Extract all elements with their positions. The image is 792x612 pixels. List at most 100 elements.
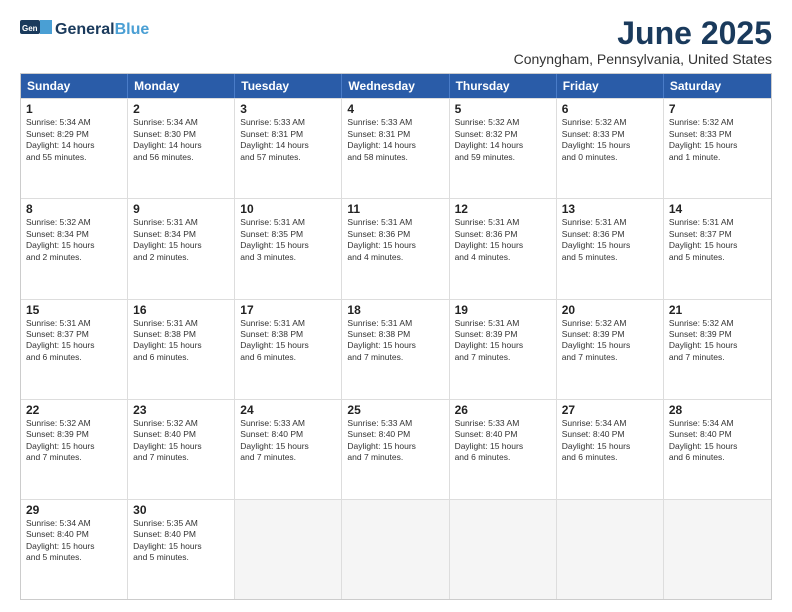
day-number: 25 (347, 403, 443, 417)
day-number: 21 (669, 303, 766, 317)
day-info: Sunrise: 5:33 AM Sunset: 8:40 PM Dayligh… (347, 418, 443, 464)
calendar-day-22: 22Sunrise: 5:32 AM Sunset: 8:39 PM Dayli… (21, 400, 128, 499)
day-number: 13 (562, 202, 658, 216)
calendar-day-empty (557, 500, 664, 599)
day-info: Sunrise: 5:35 AM Sunset: 8:40 PM Dayligh… (133, 518, 229, 564)
calendar-day-11: 11Sunrise: 5:31 AM Sunset: 8:36 PM Dayli… (342, 199, 449, 298)
day-info: Sunrise: 5:34 AM Sunset: 8:40 PM Dayligh… (562, 418, 658, 464)
day-number: 9 (133, 202, 229, 216)
day-header-friday: Friday (557, 74, 664, 98)
calendar-day-20: 20Sunrise: 5:32 AM Sunset: 8:39 PM Dayli… (557, 300, 664, 399)
day-info: Sunrise: 5:34 AM Sunset: 8:40 PM Dayligh… (669, 418, 766, 464)
calendar-day-5: 5Sunrise: 5:32 AM Sunset: 8:32 PM Daylig… (450, 99, 557, 198)
day-number: 26 (455, 403, 551, 417)
day-number: 28 (669, 403, 766, 417)
day-info: Sunrise: 5:34 AM Sunset: 8:40 PM Dayligh… (26, 518, 122, 564)
calendar-day-26: 26Sunrise: 5:33 AM Sunset: 8:40 PM Dayli… (450, 400, 557, 499)
day-info: Sunrise: 5:31 AM Sunset: 8:37 PM Dayligh… (26, 318, 122, 364)
day-number: 8 (26, 202, 122, 216)
day-number: 6 (562, 102, 658, 116)
calendar-day-12: 12Sunrise: 5:31 AM Sunset: 8:36 PM Dayli… (450, 199, 557, 298)
day-info: Sunrise: 5:31 AM Sunset: 8:37 PM Dayligh… (669, 217, 766, 263)
day-info: Sunrise: 5:32 AM Sunset: 8:40 PM Dayligh… (133, 418, 229, 464)
calendar-day-16: 16Sunrise: 5:31 AM Sunset: 8:38 PM Dayli… (128, 300, 235, 399)
calendar-day-10: 10Sunrise: 5:31 AM Sunset: 8:35 PM Dayli… (235, 199, 342, 298)
day-info: Sunrise: 5:32 AM Sunset: 8:34 PM Dayligh… (26, 217, 122, 263)
day-info: Sunrise: 5:31 AM Sunset: 8:38 PM Dayligh… (347, 318, 443, 364)
calendar-day-19: 19Sunrise: 5:31 AM Sunset: 8:39 PM Dayli… (450, 300, 557, 399)
day-number: 12 (455, 202, 551, 216)
logo-icon: Gen (20, 16, 52, 44)
logo-text: GeneralBlue (55, 21, 149, 39)
day-number: 19 (455, 303, 551, 317)
day-number: 15 (26, 303, 122, 317)
day-number: 30 (133, 503, 229, 517)
day-header-sunday: Sunday (21, 74, 128, 98)
day-info: Sunrise: 5:32 AM Sunset: 8:39 PM Dayligh… (669, 318, 766, 364)
day-number: 23 (133, 403, 229, 417)
calendar-body: 1Sunrise: 5:34 AM Sunset: 8:29 PM Daylig… (21, 98, 771, 599)
day-number: 5 (455, 102, 551, 116)
calendar-page: Gen GeneralBlue June 2025 Conyngham, Pen… (0, 0, 792, 612)
calendar-day-3: 3Sunrise: 5:33 AM Sunset: 8:31 PM Daylig… (235, 99, 342, 198)
calendar-week-5: 29Sunrise: 5:34 AM Sunset: 8:40 PM Dayli… (21, 499, 771, 599)
day-number: 16 (133, 303, 229, 317)
svg-text:Gen: Gen (22, 24, 38, 33)
day-header-tuesday: Tuesday (235, 74, 342, 98)
day-info: Sunrise: 5:31 AM Sunset: 8:35 PM Dayligh… (240, 217, 336, 263)
day-number: 11 (347, 202, 443, 216)
day-header-wednesday: Wednesday (342, 74, 449, 98)
calendar-header-row: SundayMondayTuesdayWednesdayThursdayFrid… (21, 74, 771, 98)
day-number: 24 (240, 403, 336, 417)
day-number: 10 (240, 202, 336, 216)
day-info: Sunrise: 5:31 AM Sunset: 8:34 PM Dayligh… (133, 217, 229, 263)
calendar-day-1: 1Sunrise: 5:34 AM Sunset: 8:29 PM Daylig… (21, 99, 128, 198)
calendar-title: June 2025 (514, 16, 772, 51)
calendar-grid: SundayMondayTuesdayWednesdayThursdayFrid… (20, 73, 772, 600)
day-info: Sunrise: 5:34 AM Sunset: 8:29 PM Dayligh… (26, 117, 122, 163)
calendar-day-17: 17Sunrise: 5:31 AM Sunset: 8:38 PM Dayli… (235, 300, 342, 399)
calendar-day-29: 29Sunrise: 5:34 AM Sunset: 8:40 PM Dayli… (21, 500, 128, 599)
calendar-day-8: 8Sunrise: 5:32 AM Sunset: 8:34 PM Daylig… (21, 199, 128, 298)
calendar-day-18: 18Sunrise: 5:31 AM Sunset: 8:38 PM Dayli… (342, 300, 449, 399)
calendar-day-28: 28Sunrise: 5:34 AM Sunset: 8:40 PM Dayli… (664, 400, 771, 499)
day-number: 29 (26, 503, 122, 517)
calendar-day-9: 9Sunrise: 5:31 AM Sunset: 8:34 PM Daylig… (128, 199, 235, 298)
day-info: Sunrise: 5:31 AM Sunset: 8:36 PM Dayligh… (455, 217, 551, 263)
day-info: Sunrise: 5:32 AM Sunset: 8:32 PM Dayligh… (455, 117, 551, 163)
day-info: Sunrise: 5:33 AM Sunset: 8:40 PM Dayligh… (455, 418, 551, 464)
day-number: 18 (347, 303, 443, 317)
day-header-thursday: Thursday (450, 74, 557, 98)
calendar-week-2: 8Sunrise: 5:32 AM Sunset: 8:34 PM Daylig… (21, 198, 771, 298)
day-info: Sunrise: 5:33 AM Sunset: 8:31 PM Dayligh… (240, 117, 336, 163)
day-number: 1 (26, 102, 122, 116)
day-header-monday: Monday (128, 74, 235, 98)
calendar-day-2: 2Sunrise: 5:34 AM Sunset: 8:30 PM Daylig… (128, 99, 235, 198)
day-info: Sunrise: 5:31 AM Sunset: 8:36 PM Dayligh… (347, 217, 443, 263)
calendar-week-4: 22Sunrise: 5:32 AM Sunset: 8:39 PM Dayli… (21, 399, 771, 499)
day-header-saturday: Saturday (664, 74, 771, 98)
calendar-week-3: 15Sunrise: 5:31 AM Sunset: 8:37 PM Dayli… (21, 299, 771, 399)
day-number: 2 (133, 102, 229, 116)
day-number: 14 (669, 202, 766, 216)
day-number: 4 (347, 102, 443, 116)
calendar-subtitle: Conyngham, Pennsylvania, United States (514, 51, 772, 67)
calendar-day-21: 21Sunrise: 5:32 AM Sunset: 8:39 PM Dayli… (664, 300, 771, 399)
calendar-day-23: 23Sunrise: 5:32 AM Sunset: 8:40 PM Dayli… (128, 400, 235, 499)
day-number: 17 (240, 303, 336, 317)
day-info: Sunrise: 5:33 AM Sunset: 8:40 PM Dayligh… (240, 418, 336, 464)
calendar-day-empty (235, 500, 342, 599)
title-block: June 2025 Conyngham, Pennsylvania, Unite… (514, 16, 772, 67)
calendar-day-15: 15Sunrise: 5:31 AM Sunset: 8:37 PM Dayli… (21, 300, 128, 399)
day-info: Sunrise: 5:34 AM Sunset: 8:30 PM Dayligh… (133, 117, 229, 163)
day-number: 3 (240, 102, 336, 116)
day-number: 27 (562, 403, 658, 417)
day-info: Sunrise: 5:32 AM Sunset: 8:39 PM Dayligh… (562, 318, 658, 364)
calendar-day-14: 14Sunrise: 5:31 AM Sunset: 8:37 PM Dayli… (664, 199, 771, 298)
calendar-day-30: 30Sunrise: 5:35 AM Sunset: 8:40 PM Dayli… (128, 500, 235, 599)
day-info: Sunrise: 5:31 AM Sunset: 8:36 PM Dayligh… (562, 217, 658, 263)
day-number: 7 (669, 102, 766, 116)
calendar-day-empty (664, 500, 771, 599)
calendar-day-empty (450, 500, 557, 599)
day-info: Sunrise: 5:32 AM Sunset: 8:39 PM Dayligh… (26, 418, 122, 464)
